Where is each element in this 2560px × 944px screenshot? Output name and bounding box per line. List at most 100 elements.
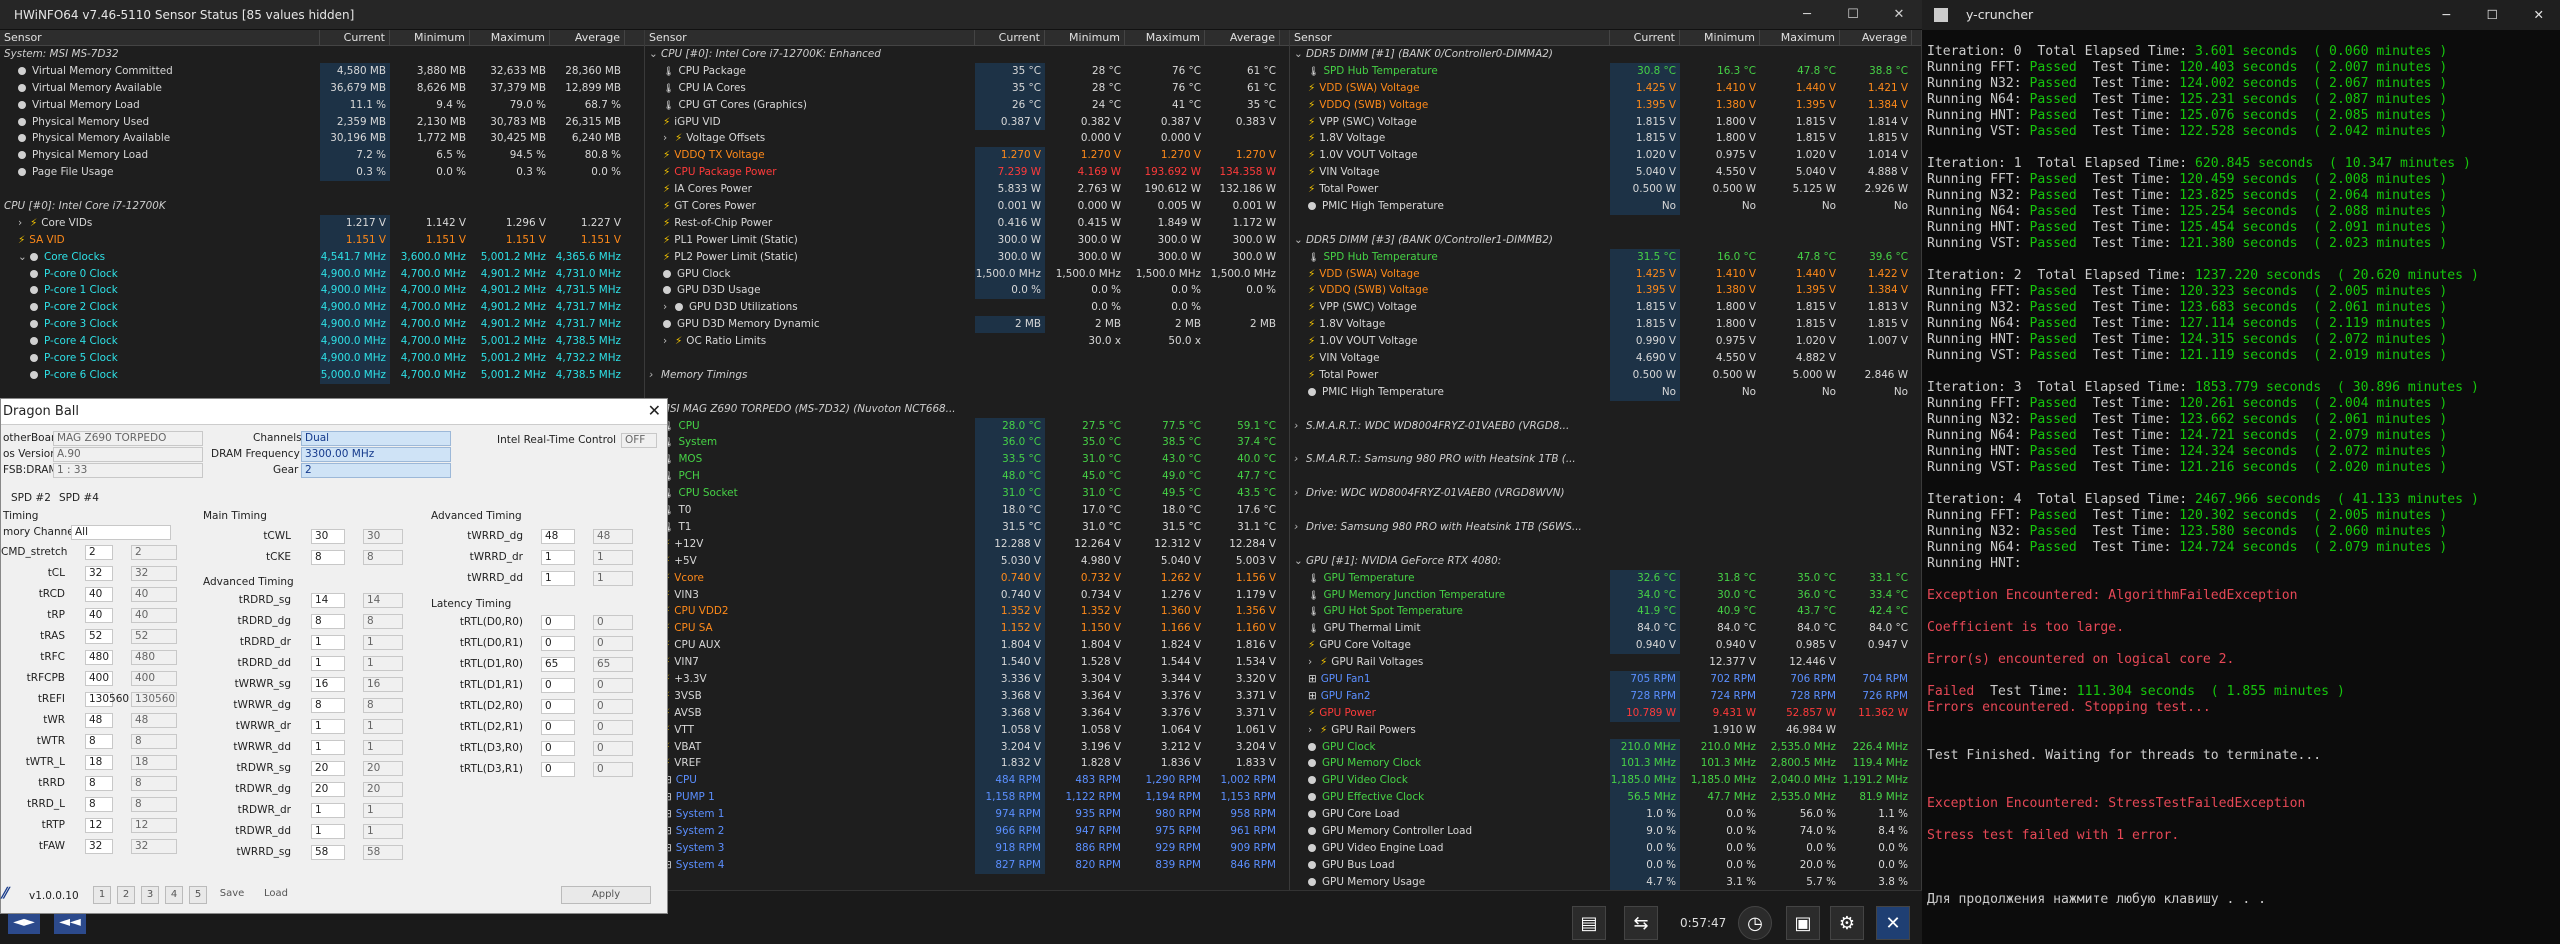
sensor-row[interactable]: GPU Effective Clock 56.5 MHz 47.7 MHz 2,535… xyxy=(1290,789,1921,807)
gear-field[interactable]: 2 xyxy=(301,463,451,478)
sensor-row[interactable]: ⚡ 1.0V VOUT Voltage 1.020 V 0.975 V 1.020 V1… xyxy=(1290,147,1921,165)
sensor-row[interactable]: ⊞ GPU Fan1 705 RPM 702 RPM 706 RPM 704 RPM xyxy=(1290,670,1921,688)
sensor-row[interactable]: GPU Video Engine Load 0.0 % 0.0 % 0.0 % 0.0 … xyxy=(1290,839,1921,857)
sensor-row[interactable]: ⊞CPU484 RPM 483 RPM 1,290 RPM 1,002 RPM xyxy=(645,772,1289,790)
sensor-row[interactable]: ⚡ 1.8V Voltage 1.815 V 1.800 V 1.815 V 1.815 … xyxy=(1290,316,1921,334)
minimize-icon[interactable]: ─ xyxy=(1784,7,1830,22)
timing-field[interactable]: 1 xyxy=(311,803,345,818)
sensor-row[interactable]: 🌡 T1 31.5 °C 31.0 °C 31.5 °C 31.1 °C xyxy=(645,518,1289,536)
timing-field[interactable]: 1 xyxy=(311,635,345,650)
sensor-row[interactable]: GPU Bus Load 0.0 % 0.0 % 20.0 % 0.0 % xyxy=(1290,856,1921,874)
sensor-row[interactable]: P-core 3 Clock 4,900.0 MHz 4,700.0 MHz 4,90… xyxy=(0,316,644,334)
column-minimum[interactable]: Minimum xyxy=(390,30,470,45)
minimize-icon[interactable]: ─ xyxy=(2442,0,2450,30)
timing-readonly-field[interactable]: 16 xyxy=(363,677,403,692)
sensor-group-header[interactable]: › Memory Timings xyxy=(645,367,1289,384)
timing-field[interactable]: 0 xyxy=(541,741,575,756)
timing-field[interactable]: 40 xyxy=(85,608,113,623)
page-button[interactable]: 4 xyxy=(165,886,183,904)
channels-field[interactable]: Dual xyxy=(301,431,451,446)
fsb-field[interactable]: 1 : 33 xyxy=(53,463,203,478)
sensor-row[interactable]: ⚡ VPP (SWC) Voltage 1.815 V 1.800 V 1.815 V1… xyxy=(1290,299,1921,317)
sensor-group-header[interactable]: ⌄ CPU [#0]: Intel Core i7-12700K: Enhance… xyxy=(645,46,1289,63)
maximize-icon[interactable]: ☐ xyxy=(1830,7,1876,22)
timing-readonly-field[interactable]: 480 xyxy=(131,650,177,665)
sensor-group-header[interactable]: › Drive: Samsung 980 PRO with Heatsink 1T… xyxy=(1290,519,1921,536)
sensor-row[interactable]: Physical Memory Load 7.2 % 6.5 % 94.5 % 80.8… xyxy=(0,147,644,165)
timing-readonly-field[interactable]: 1 xyxy=(363,635,403,650)
sensor-row[interactable]: ⚡Vcore0.740 V 0.732 V 1.262 V 1.156 V xyxy=(645,569,1289,587)
sensor-row[interactable]: Virtual Memory Load 11.1 % 9.4 % 79.0 % 68.7… xyxy=(0,96,644,114)
timing-readonly-field[interactable]: 0 xyxy=(593,699,633,714)
expand-icon[interactable]: › xyxy=(663,130,675,147)
timing-field[interactable]: 58 xyxy=(311,845,345,860)
page-button[interactable]: 3 xyxy=(141,886,159,904)
timing-readonly-field[interactable]: 1 xyxy=(363,719,403,734)
collapse-icon[interactable]: ⌄ xyxy=(1294,46,1306,63)
column-maximum[interactable]: Maximum xyxy=(1125,30,1205,45)
timing-readonly-field[interactable]: 2 xyxy=(131,545,177,560)
page-button[interactable]: 2 xyxy=(117,886,135,904)
timing-readonly-field[interactable]: 0 xyxy=(593,762,633,777)
sensor-row[interactable]: GPU Core Load 1.0 % 0.0 % 56.0 % 1.1 % xyxy=(1290,806,1921,823)
sensor-row[interactable]: ⚡ VDD (SWA) Voltage 1.425 V 1.410 V 1.440 V1… xyxy=(1290,79,1921,97)
sensor-row[interactable]: ⚡ PL2 Power Limit (Static) 300.0 W 300.0 W3… xyxy=(645,248,1289,266)
sensor-group-header[interactable]: › S.M.A.R.T.: Samsung 980 PRO with Heatsi… xyxy=(1290,451,1921,468)
column-current[interactable]: Current xyxy=(975,30,1045,45)
save-button[interactable]: Save xyxy=(213,886,251,904)
timing-field[interactable]: 0 xyxy=(541,615,575,630)
sensor-row[interactable]: ⚡3VSB3.368 V 3.364 V 3.376 V 3.371 V xyxy=(645,687,1289,705)
timing-field[interactable]: 0 xyxy=(541,678,575,693)
sensor-row[interactable]: ⚡ VIN Voltage 4.690 V 4.550 V 4.882 V xyxy=(1290,350,1921,367)
timing-readonly-field[interactable]: 30 xyxy=(363,529,403,544)
timing-readonly-field[interactable]: 65 xyxy=(593,657,633,672)
sensor-row[interactable]: GPU Memory Clock 101.3 MHz 101.3 MHz 2,800.… xyxy=(1290,755,1921,773)
timing-field[interactable]: 1 xyxy=(311,824,345,839)
sensor-row[interactable]: ⚡ VPP (SWC) Voltage 1.815 V 1.800 V 1.815 V1… xyxy=(1290,113,1921,131)
sensor-row[interactable]: GPU D3D Usage 0.0 % 0.0 % 0.0 % 0.0 % xyxy=(645,282,1289,300)
sensor-row[interactable]: Virtual Memory Committed 4,580 MB 3,880 MB… xyxy=(0,62,644,80)
timing-field[interactable]: 0 xyxy=(541,699,575,714)
sensor-row[interactable]: ⚡ CPU Package Power 7.239 W 4.169 W 193.692 … xyxy=(645,164,1289,182)
rtc-field[interactable]: OFF xyxy=(621,433,657,448)
timing-field[interactable]: 18 xyxy=(85,755,113,770)
column-sensor[interactable]: Sensor xyxy=(0,30,320,45)
timing-field[interactable]: 1 xyxy=(541,550,575,565)
timing-readonly-field[interactable]: 1 xyxy=(593,550,633,565)
sensor-row[interactable]: ⚡ VDDQ TX Voltage 1.270 V 1.270 V 1.270 V 1.2… xyxy=(645,147,1289,165)
timing-readonly-field[interactable]: 130560 xyxy=(131,692,177,707)
collapse-icon[interactable]: ⌄ xyxy=(1294,553,1306,570)
timing-field[interactable]: 8 xyxy=(85,776,113,791)
network-icon[interactable]: ⇆ xyxy=(1624,906,1658,940)
sensor-row[interactable]: ⚡ VDDQ (SWB) Voltage 1.395 V 1.380 V 1.395 V… xyxy=(1290,282,1921,300)
timing-readonly-field[interactable]: 48 xyxy=(593,529,633,544)
sensor-row[interactable]: GPU Memory Usage 4.7 % 3.1 % 5.7 % 3.8 % xyxy=(1290,873,1921,890)
timing-field[interactable]: 20 xyxy=(311,782,345,797)
sensor-row[interactable]: 🌡 GPU Hot Spot Temperature 41.9 °C 40.9 °C 4… xyxy=(1290,603,1921,621)
timing-field[interactable]: 8 xyxy=(311,614,345,629)
sensor-group-header[interactable]: CPU [#0]: Intel Core i7-12700K xyxy=(0,198,644,215)
expand-icon[interactable]: › xyxy=(18,215,30,232)
sensor-group-header[interactable]: › Drive: WDC WD8004FRYZ-01VAEB0 (VRGD8WVN… xyxy=(1290,485,1921,502)
sensor-row[interactable]: 🌡 GPU Memory Junction Temperature 34.0 °C 3… xyxy=(1290,586,1921,604)
sensor-row[interactable]: ⚡ IA Cores Power 5.833 W 2.763 W 190.612 W 13… xyxy=(645,181,1289,199)
expand-icon[interactable]: › xyxy=(1308,722,1320,739)
sensor-row[interactable]: Physical Memory Available 30,196 MB 1,772 … xyxy=(0,130,644,148)
timing-field[interactable]: 130560 xyxy=(85,692,129,707)
timing-readonly-field[interactable]: 8 xyxy=(363,614,403,629)
timing-readonly-field[interactable]: 20 xyxy=(363,782,403,797)
sensor-row[interactable]: ⚡ PL1 Power Limit (Static) 300.0 W 300.0 W3… xyxy=(645,231,1289,249)
sensor-row[interactable]: 🌡 GPU Thermal Limit 84.0 °C 84.0 °C 84.0 °C 8… xyxy=(1290,620,1921,638)
sensor-row[interactable]: ⚡ GPU Power 10.789 W 9.431 W 52.857 W 11.362 … xyxy=(1290,704,1921,722)
timing-field[interactable]: 32 xyxy=(85,566,113,581)
sensor-row[interactable]: Physical Memory Used 2,359 MB 2,130 MB 30,7… xyxy=(0,113,644,131)
sensor-row[interactable]: 🌡 CPU Package 35 °C 28 °C 76 °C 61 °C xyxy=(645,62,1289,80)
sensor-row[interactable]: ⚡+5V5.030 V 4.980 V 5.040 V 5.003 V xyxy=(645,552,1289,570)
timing-field[interactable]: 0 xyxy=(541,762,575,777)
collapse-icon[interactable]: ⌄ xyxy=(18,249,30,266)
sensor-row[interactable]: ⚡VIN71.540 V 1.528 V 1.544 V 1.534 V xyxy=(645,654,1289,671)
sensor-row[interactable]: ⚡ iGPU VID 0.387 V 0.382 V 0.387 V 0.383 V xyxy=(645,113,1289,131)
expand-icon[interactable]: › xyxy=(663,299,675,316)
sensor-row[interactable]: P-core 0 Clock 4,900.0 MHz 4,700.0 MHz 4,90… xyxy=(0,265,644,283)
sensor-row[interactable]: › ⚡ OC Ratio Limits 30.0 x 50.0 x xyxy=(645,333,1289,350)
